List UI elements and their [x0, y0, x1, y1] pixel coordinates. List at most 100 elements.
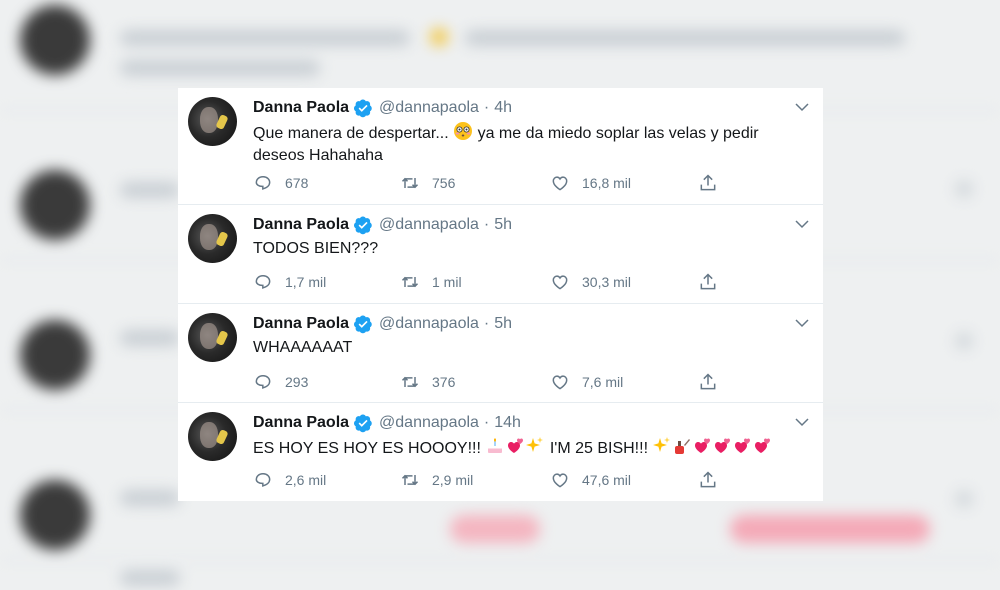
like-button[interactable]: 30,3 mil [550, 271, 631, 293]
share-button[interactable] [698, 469, 730, 491]
verified-badge-icon [354, 315, 372, 334]
tweet-text-part: deseos Hahahaha [253, 147, 383, 164]
handle[interactable]: @dannapaola [379, 315, 479, 333]
reply-button[interactable]: 1,7 mil [253, 271, 326, 293]
tweet-text: TODOS BIEN??? [253, 238, 798, 260]
reply-count: 2,6 mil [285, 472, 327, 488]
flushed-face-icon [454, 122, 473, 140]
separator: · [483, 216, 490, 233]
tweet-actions: 678 756 16,8 mil [253, 172, 798, 194]
reply-icon [255, 275, 271, 289]
tweet-actions: 1,7 mil 1 mil 30,3 mil [253, 271, 798, 293]
handle[interactable]: @dannapaola [379, 414, 479, 432]
share-button[interactable] [698, 172, 730, 194]
timestamp[interactable]: 14h [494, 414, 521, 432]
separator: · [483, 315, 490, 332]
retweet-icon [401, 376, 419, 388]
bg-line [120, 570, 180, 586]
share-button[interactable] [698, 271, 730, 293]
bg-avatar [20, 480, 90, 550]
verified-badge-icon [354, 414, 372, 433]
tweet-header: Danna Paola @dannapaola · 4h [253, 98, 512, 118]
birthday-cake-icon [488, 438, 503, 453]
bg-line [465, 30, 905, 46]
avatar[interactable] [188, 97, 237, 146]
bg-dot [955, 332, 973, 350]
tweet-text-part: I'M 25 BISH!!! [545, 440, 653, 457]
tweet[interactable]: Danna Paola @dannapaola · 4h Que manera … [178, 88, 823, 205]
two-hearts-icon [735, 438, 751, 453]
two-hearts-icon [508, 438, 524, 453]
bg-dot [955, 490, 973, 508]
avatar[interactable] [188, 313, 237, 362]
timestamp[interactable]: 4h [494, 99, 512, 117]
bg-emoji-strip [730, 515, 930, 543]
sparkles-icon [653, 437, 671, 452]
bg-line [120, 490, 180, 506]
chevron-down-icon[interactable] [793, 98, 811, 116]
reply-count: 293 [285, 374, 309, 390]
tweet-text: WHAAAAAAT [253, 337, 798, 359]
handle[interactable]: @dannapaola [379, 99, 479, 117]
timestamp[interactable]: 5h [494, 216, 512, 234]
heart-icon [552, 473, 568, 488]
retweet-count: 376 [432, 374, 456, 390]
tweet-text-part: Que manera de despertar... [253, 125, 449, 142]
timestamp[interactable]: 5h [494, 315, 512, 333]
like-button[interactable]: 16,8 mil [550, 172, 631, 194]
chevron-down-icon[interactable] [793, 314, 811, 332]
tweet[interactable]: Danna Paola @dannapaola · 5h WHAAAAAAT 2… [178, 304, 823, 403]
avatar[interactable] [188, 214, 237, 263]
reply-button[interactable]: 2,6 mil [253, 469, 326, 491]
retweet-button[interactable]: 2,9 mil [400, 469, 473, 491]
chevron-down-icon[interactable] [793, 215, 811, 233]
display-name[interactable]: Danna Paola [253, 99, 349, 117]
tweet-card: Danna Paola @dannapaola · 4h Que manera … [178, 88, 823, 501]
bg-line [120, 30, 410, 46]
avatar[interactable] [188, 412, 237, 461]
like-button[interactable]: 7,6 mil [550, 371, 623, 393]
share-icon [700, 471, 716, 488]
tweet-header: Danna Paola @dannapaola · 5h [253, 215, 512, 235]
chevron-down-icon[interactable] [793, 413, 811, 431]
reply-button[interactable]: 678 [253, 172, 308, 194]
reply-icon [255, 375, 271, 389]
bg-avatar [20, 320, 90, 390]
handle[interactable]: @dannapaola [379, 216, 479, 234]
display-name[interactable]: Danna Paola [253, 414, 349, 432]
bg-dot [955, 180, 973, 198]
bg-emoji [430, 28, 448, 46]
display-name[interactable]: Danna Paola [253, 315, 349, 333]
retweet-button[interactable]: 376 [400, 371, 455, 393]
sparkles-icon [526, 437, 544, 452]
share-icon [700, 174, 716, 191]
share-icon [700, 373, 716, 390]
bg-avatar [20, 5, 90, 75]
like-count: 30,3 mil [582, 274, 632, 290]
heart-icon [552, 176, 568, 191]
heart-icon [552, 375, 568, 390]
reply-button[interactable]: 293 [253, 371, 308, 393]
nail-polish-icon [675, 439, 691, 454]
tweet-text-part: TODOS BIEN??? [253, 240, 379, 257]
retweet-icon [401, 177, 419, 189]
retweet-count: 2,9 mil [432, 472, 474, 488]
display-name[interactable]: Danna Paola [253, 216, 349, 234]
tweet-text-part: ES HOY ES HOY ES HOOOY!!! [253, 440, 486, 457]
tweet-text: Que manera de despertar... ya me da mied… [253, 121, 798, 167]
bg-emoji-strip [450, 515, 540, 543]
like-count: 7,6 mil [582, 374, 624, 390]
tweet-header: Danna Paola @dannapaola · 5h [253, 314, 512, 334]
tweet[interactable]: Danna Paola @dannapaola · 5h TODOS BIEN?… [178, 205, 823, 304]
retweet-count: 756 [432, 175, 456, 191]
tweet-text-part: ya me da miedo soplar las velas y pedir [473, 125, 759, 142]
bg-avatar [20, 170, 90, 240]
tweet[interactable]: Danna Paola @dannapaola · 14h ES HOY ES … [178, 403, 823, 501]
retweet-icon [401, 474, 419, 486]
share-button[interactable] [698, 371, 730, 393]
like-button[interactable]: 47,6 mil [550, 469, 631, 491]
bg-line [120, 60, 320, 76]
retweet-button[interactable]: 756 [400, 172, 455, 194]
reply-icon [255, 473, 271, 487]
retweet-button[interactable]: 1 mil [400, 271, 462, 293]
